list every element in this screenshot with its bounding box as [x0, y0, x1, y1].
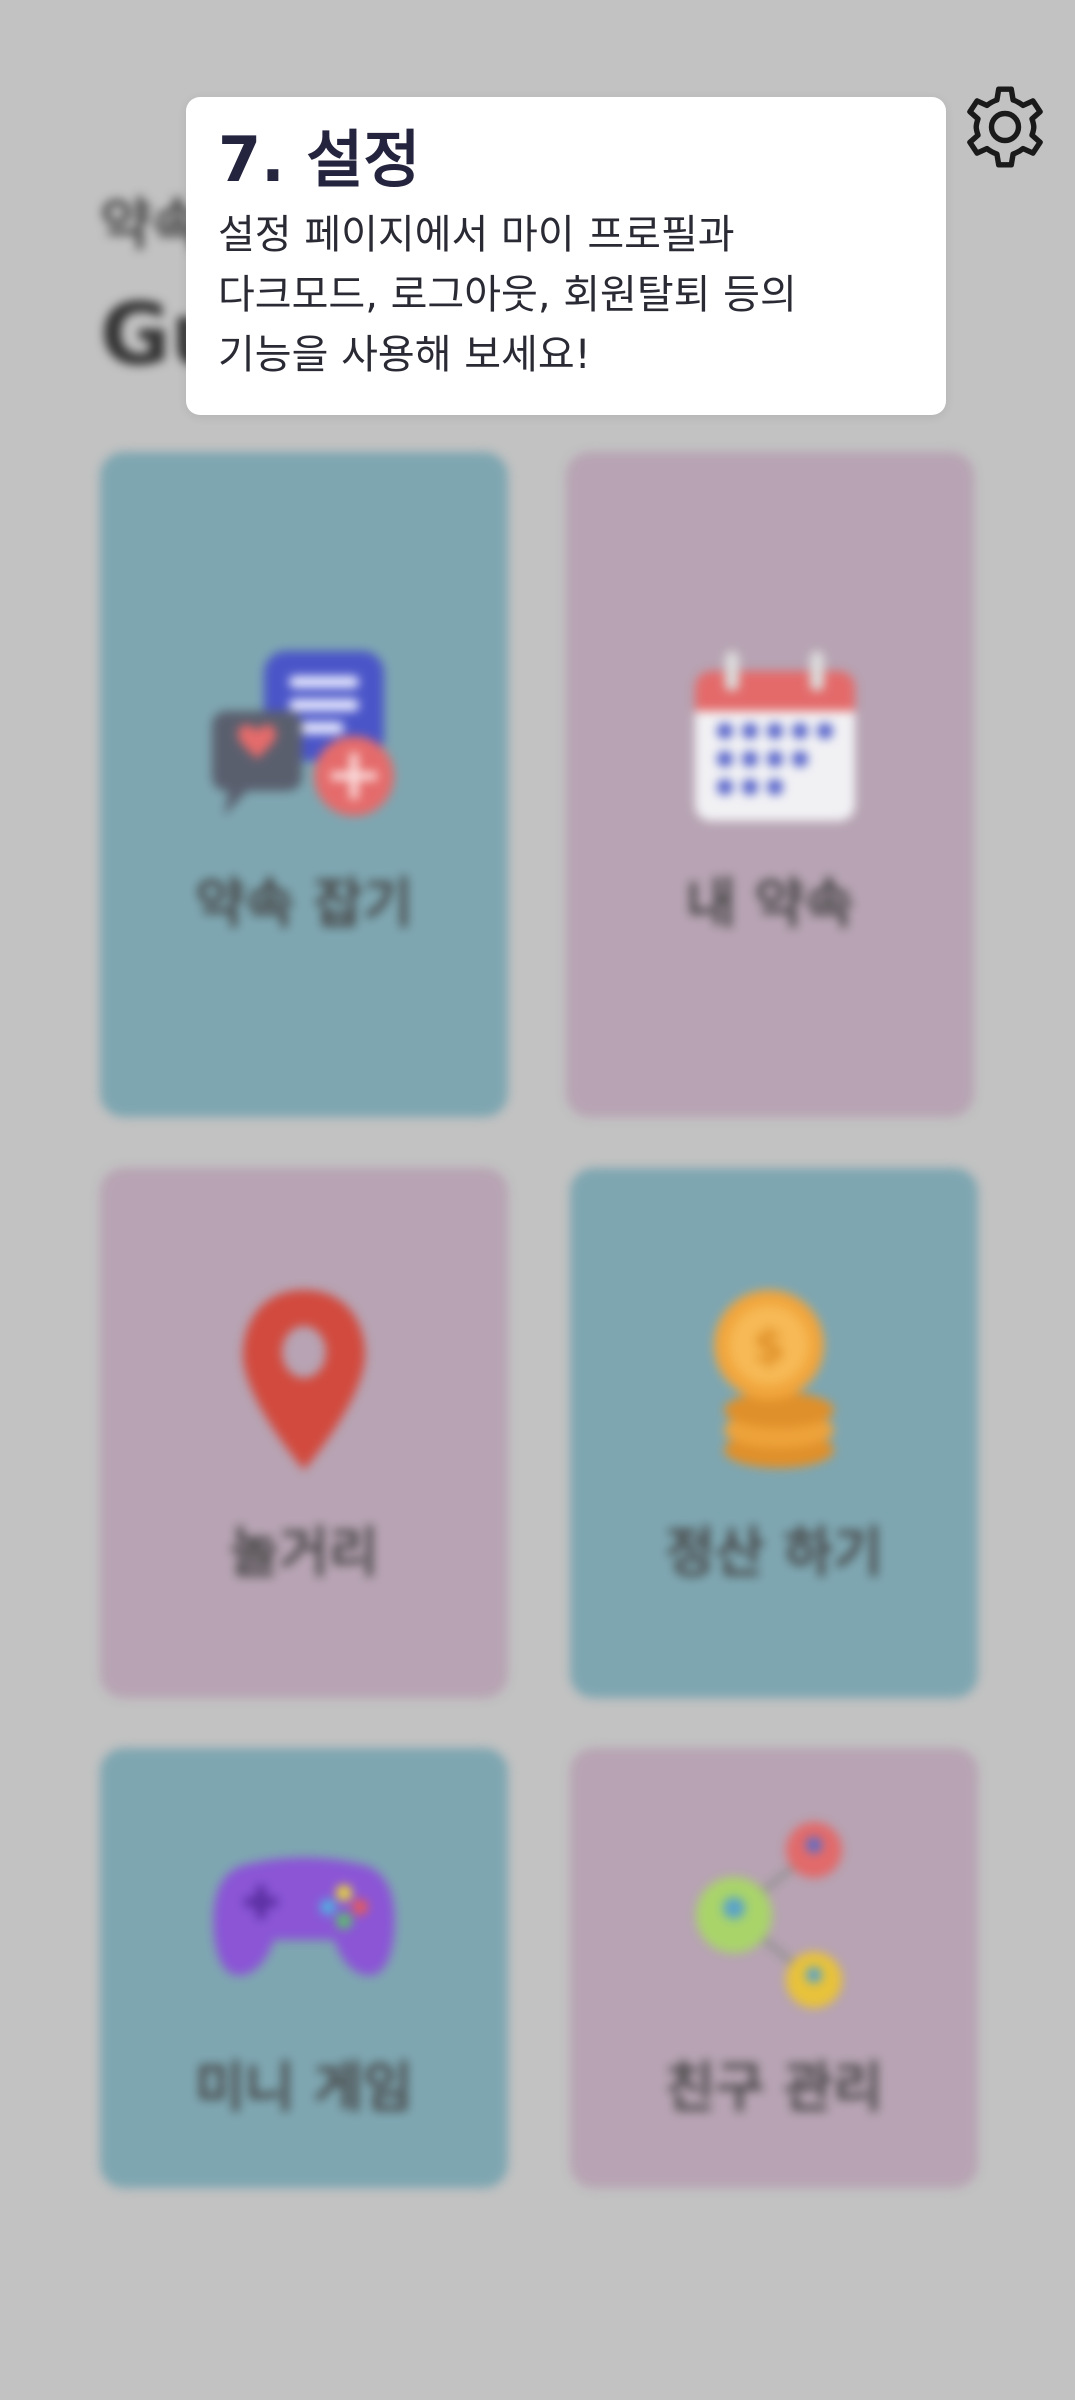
calendar-icon — [695, 651, 855, 821]
settings-button[interactable] — [960, 82, 1050, 172]
friends-network-icon — [696, 1821, 842, 2008]
settings-tooltip[interactable]: 7. 설정 설정 페이지에서 마이 프로필과 다크모드, 로그아웃, 회원탈퇴 … — [186, 97, 946, 415]
manage-friends-card[interactable]: 친구 관리 — [570, 1748, 978, 2188]
svg-text:$: $ — [753, 1319, 785, 1373]
activities-card[interactable]: 놀거리 — [100, 1168, 508, 1698]
manage-friends-label: 친구 관리 — [665, 2055, 883, 2119]
tooltip-line: 기능을 사용해 보세요! — [218, 332, 591, 378]
mini-game-label: 미니 게임 — [195, 2055, 413, 2119]
tooltip-line: 다크모드, 로그아웃, 회원탈퇴 등의 — [218, 272, 797, 318]
map-pin-icon — [243, 1289, 365, 1470]
tooltip-description: 설정 페이지에서 마이 프로필과 다크모드, 로그아웃, 회원탈퇴 등의 기능을… — [218, 205, 914, 385]
settle-up-card[interactable]: $ 정산 하기 — [570, 1168, 978, 1698]
mini-game-card[interactable]: 미니 게임 — [100, 1748, 508, 2188]
my-appointments-card[interactable]: 내 약속 — [566, 452, 974, 1117]
chat-bubbles-plus-icon — [212, 651, 394, 816]
gear-icon — [967, 86, 1043, 168]
tooltip-title: 7. 설정 — [218, 123, 421, 196]
activities-label: 놀거리 — [229, 1520, 379, 1584]
my-appointments-label: 내 약속 — [686, 872, 854, 935]
tooltip-line: 설정 페이지에서 마이 프로필과 — [218, 212, 735, 258]
make-appointment-card[interactable]: 약속 잡기 — [100, 452, 508, 1117]
coins-icon: $ — [714, 1289, 834, 1468]
gamepad-icon — [213, 1857, 395, 1975]
make-appointment-label: 약속 잡기 — [195, 872, 413, 935]
settle-up-label: 정산 하기 — [665, 1520, 883, 1584]
